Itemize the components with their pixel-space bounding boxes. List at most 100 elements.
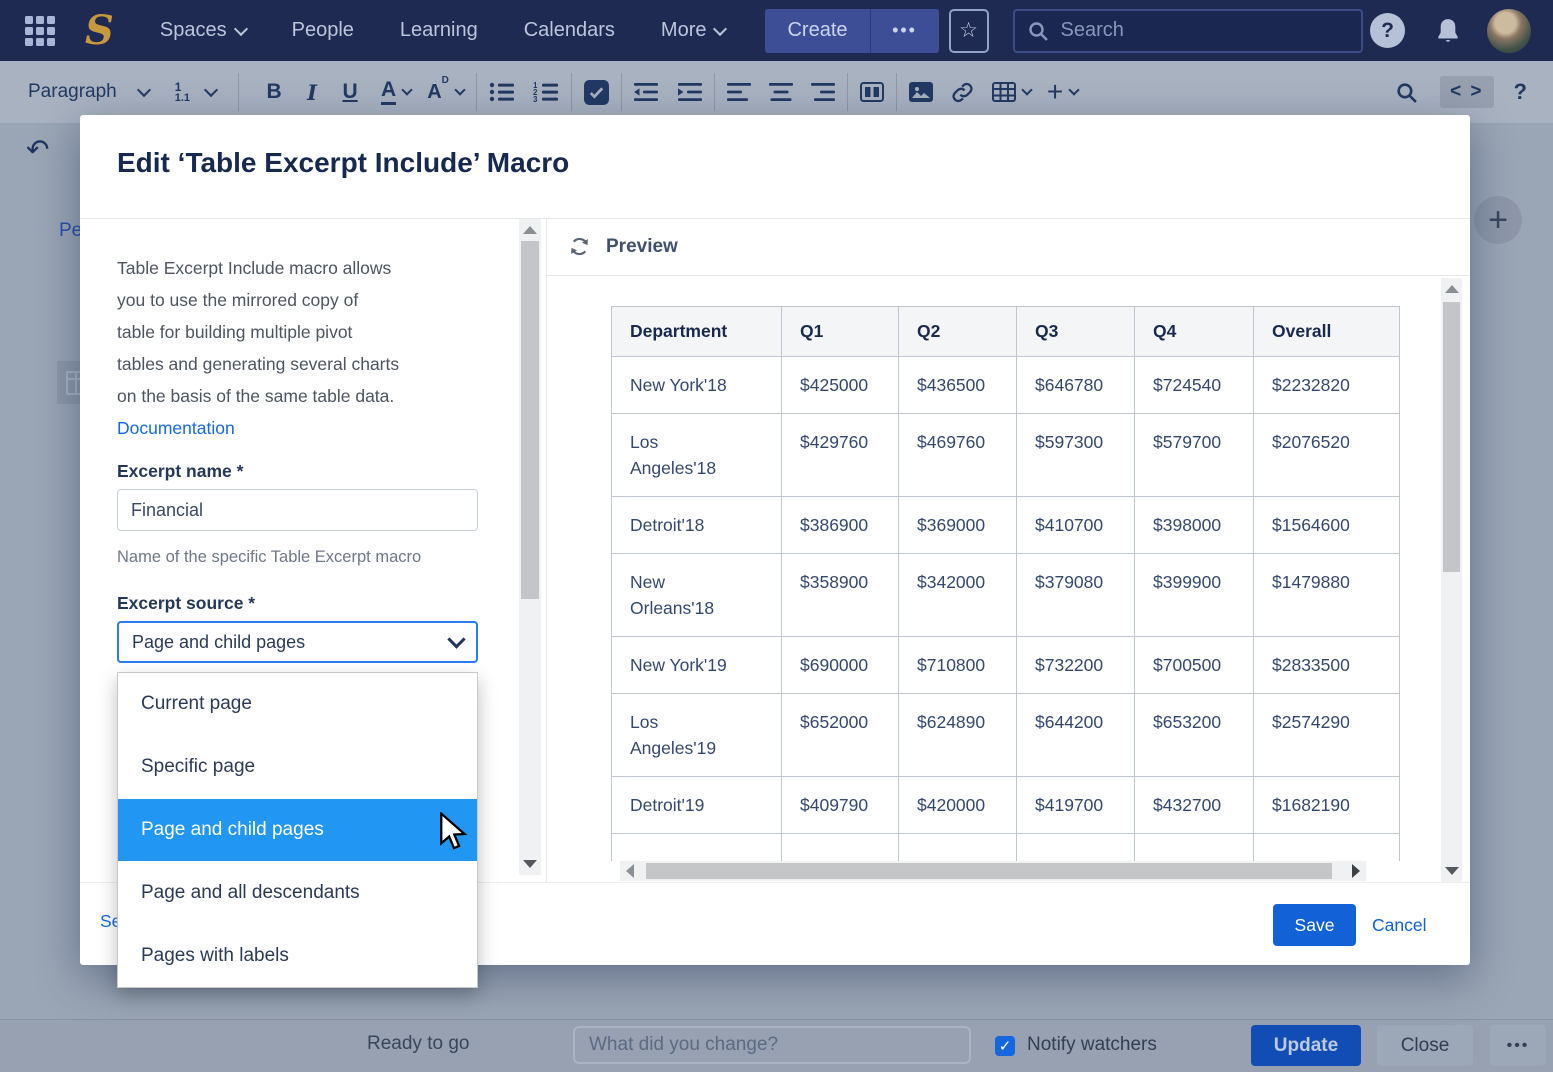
scroll-down-arrow[interactable] <box>523 860 537 868</box>
value-cell: $1479880 <box>1254 554 1400 637</box>
table-row: New York'19$690000$710800$732200$700500$… <box>612 637 1400 694</box>
scroll-up-arrow[interactable] <box>1445 285 1459 293</box>
notifications-icon[interactable] <box>1435 17 1461 45</box>
italic-button[interactable]: I <box>299 80 325 105</box>
numbered-headings-dropdown[interactable]: 11.1 <box>175 81 216 104</box>
find-replace-button[interactable] <box>1395 81 1418 104</box>
value-cell: $2574290 <box>1254 694 1400 777</box>
close-button[interactable]: Close <box>1377 1025 1473 1066</box>
scrollbar-thumb[interactable] <box>521 241 539 599</box>
outdent-button[interactable] <box>634 82 658 102</box>
value-cell <box>782 834 899 862</box>
selected-option-label: Page and child pages <box>132 632 305 653</box>
text-color-dropdown[interactable]: A <box>381 79 411 104</box>
table-row: Los Angeles'19$652000$624890$644200$6532… <box>612 694 1400 777</box>
nav-item-people[interactable]: People <box>292 19 354 42</box>
preview-vertical-scrollbar[interactable] <box>1441 278 1462 882</box>
undo-icon[interactable]: ↶ <box>26 133 49 166</box>
page-layout-button[interactable] <box>860 82 884 102</box>
create-button-group: Create ••• <box>765 9 938 53</box>
nav-item-calendars[interactable]: Calendars <box>524 19 615 42</box>
scrollbar-thumb[interactable] <box>1443 302 1460 572</box>
column-header: Q1 <box>782 307 899 357</box>
task-list-button[interactable] <box>584 80 609 105</box>
nav-item-learning[interactable]: Learning <box>400 19 478 42</box>
chevron-down-icon <box>1021 84 1032 95</box>
macro-settings-panel: Table Excerpt Include macro allowsyou to… <box>117 252 497 444</box>
dropdown-option[interactable]: Current page <box>118 673 477 736</box>
save-status: Ready to go <box>367 1033 469 1055</box>
scroll-left-arrow[interactable] <box>626 864 634 878</box>
create-more-button[interactable]: ••• <box>870 9 939 53</box>
search-icon <box>1395 81 1418 104</box>
scroll-right-arrow[interactable] <box>1352 864 1360 878</box>
nav-item-spaces[interactable]: Spaces <box>160 19 246 42</box>
value-cell: $644200 <box>1017 694 1135 777</box>
notify-watchers-checkbox[interactable]: ✓ <box>995 1036 1015 1056</box>
excerpt-name-help: Name of the specific Table Excerpt macro <box>117 548 421 567</box>
numbered-list-button[interactable]: 123 <box>533 81 559 103</box>
underline-button[interactable]: U <box>337 80 363 104</box>
bold-button[interactable]: B <box>261 80 287 104</box>
dropdown-menu: Current pageSpecific pagePage and child … <box>117 672 478 988</box>
excerpt-source-select[interactable]: Page and child pages <box>117 621 478 663</box>
value-cell: $653200 <box>1135 694 1254 777</box>
separator <box>896 73 897 111</box>
value-cell: $409790 <box>782 777 899 834</box>
refresh-icon[interactable] <box>568 235 591 258</box>
bullet-list-icon <box>489 81 515 103</box>
update-button[interactable]: Update <box>1251 1025 1361 1066</box>
documentation-link[interactable]: Documentation <box>117 412 497 444</box>
scroll-up-arrow[interactable] <box>523 226 537 234</box>
create-button[interactable]: Create <box>765 9 869 53</box>
user-avatar[interactable] <box>1487 9 1531 53</box>
excerpt-name-input[interactable] <box>117 489 478 531</box>
value-cell: $419700 <box>1017 777 1135 834</box>
align-left-button[interactable] <box>727 82 751 102</box>
dropdown-option[interactable]: Specific page <box>118 736 477 799</box>
search-icon <box>1027 20 1049 42</box>
nav-item-more[interactable]: More <box>661 19 726 42</box>
breadcrumb[interactable]: Pe <box>59 220 82 242</box>
indent-button[interactable] <box>678 82 702 102</box>
text-effects-dropdown[interactable]: AD <box>427 81 464 104</box>
chevron-down-icon <box>402 84 413 95</box>
insert-image-button[interactable] <box>909 82 933 102</box>
source-editor-button[interactable]: < > <box>1440 76 1493 108</box>
cancel-button[interactable]: Cancel <box>1372 904 1426 946</box>
value-cell <box>1017 834 1135 862</box>
value-cell: $710800 <box>899 637 1017 694</box>
editor-help-button[interactable]: ? <box>1514 79 1527 105</box>
preview-horizontal-scrollbar[interactable] <box>620 861 1366 881</box>
dropdown-option[interactable]: Pages with labels <box>118 924 477 987</box>
chevron-down-icon <box>1069 84 1080 95</box>
table-row: New York'18$425000$436500$646780$724540$… <box>612 357 1400 414</box>
align-right-button[interactable] <box>811 82 835 102</box>
dropdown-option[interactable]: Page and child pages <box>118 799 477 862</box>
insert-plus-button[interactable]: + <box>1474 196 1522 244</box>
insert-more-dropdown[interactable]: + <box>1047 78 1078 106</box>
dropdown-option[interactable]: Page and all descendants <box>118 861 477 924</box>
value-cell: $732200 <box>1017 637 1135 694</box>
value-cell: $2232820 <box>1254 357 1400 414</box>
help-icon[interactable]: ? <box>1370 13 1405 48</box>
value-cell: $652000 <box>782 694 899 777</box>
more-options-button[interactable]: ••• <box>1490 1025 1546 1066</box>
scrollbar-thumb[interactable] <box>646 863 1332 879</box>
separator <box>476 73 477 111</box>
version-comment-input[interactable] <box>573 1026 971 1064</box>
bullet-list-button[interactable] <box>489 81 515 103</box>
editor-status-bar: Ready to go ✓ Notify watchers Update Clo… <box>0 1019 1553 1072</box>
search-input[interactable] <box>1059 18 1333 43</box>
saved-for-later-button[interactable]: ☆ <box>949 9 989 53</box>
scroll-down-arrow[interactable] <box>1445 867 1459 875</box>
svg-text:3: 3 <box>533 95 538 103</box>
panel-scrollbar[interactable] <box>519 219 541 875</box>
align-center-button[interactable] <box>769 82 793 102</box>
app-grid-icon[interactable] <box>25 16 55 46</box>
insert-link-button[interactable] <box>951 81 974 104</box>
app-logo[interactable]: S <box>85 11 114 51</box>
insert-table-dropdown[interactable] <box>992 82 1031 102</box>
save-button[interactable]: Save <box>1273 904 1356 946</box>
paragraph-style-dropdown[interactable]: Paragraph <box>28 81 149 103</box>
